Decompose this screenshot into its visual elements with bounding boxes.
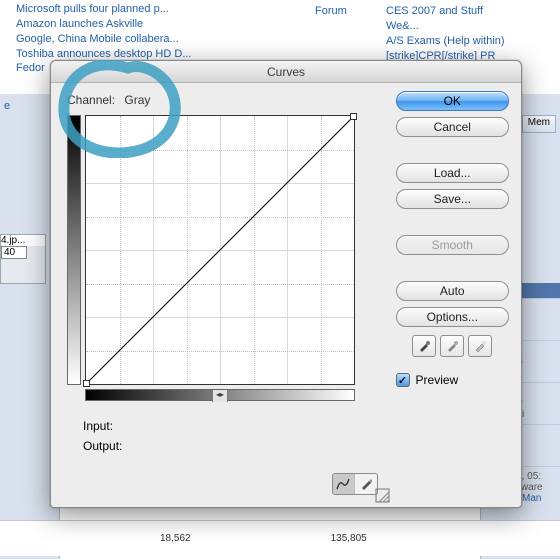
save-button[interactable]: Save... <box>396 189 509 209</box>
bg-thumbnail[interactable]: 4.jp... 40 <box>0 234 46 284</box>
preview-label: Preview <box>416 373 459 387</box>
curve-tool-icon[interactable] <box>333 474 355 494</box>
resize-grip-icon[interactable] <box>375 488 391 504</box>
curve-handle[interactable] <box>350 113 357 120</box>
curves-dialog: Curves Channel: Gray <box>50 60 522 508</box>
thumb-value[interactable]: 40 <box>1 246 27 259</box>
curve-handle[interactable] <box>83 380 90 387</box>
options-button[interactable]: Options... <box>396 307 509 327</box>
load-button[interactable]: Load... <box>396 163 509 183</box>
channel-label: Channel: <box>67 93 115 107</box>
bg-link[interactable]: Google, China Mobile collabera... <box>16 32 192 47</box>
y-gradient[interactable] <box>67 115 81 385</box>
thumb-label: 4.jp... <box>1 235 45 246</box>
gradient-midpoint-icon[interactable]: ◂▸ <box>212 390 228 402</box>
stat-cell: 135,805 <box>301 525 397 552</box>
bg-link[interactable]: CES 2007 and Stuff <box>386 4 505 19</box>
curve-tool-toggle[interactable] <box>332 473 378 495</box>
channel-value[interactable]: Gray <box>124 93 150 107</box>
pencil-tool-icon[interactable] <box>355 474 377 494</box>
black-point-eyedropper-icon[interactable] <box>412 335 436 357</box>
bg-link[interactable]: Microsoft pulls four planned p... <box>16 2 192 17</box>
smooth-button: Smooth <box>396 235 509 255</box>
x-gradient[interactable]: ◂▸ <box>85 389 355 401</box>
bg-link[interactable]: Amazon launches Askville <box>16 17 192 32</box>
stats-row: 18,562 135,805 <box>0 520 560 556</box>
bg-link[interactable]: Forum <box>315 4 347 19</box>
bg-links-col3: CES 2007 and Stuff We&... A/S Exams (Hel… <box>370 2 521 65</box>
gray-point-eyedropper-icon[interactable] <box>440 335 464 357</box>
curve-grid[interactable] <box>85 115 355 385</box>
bg-links-col2: Forum <box>299 2 363 21</box>
preview-checkbox[interactable]: ✓ <box>396 373 410 387</box>
ok-button[interactable]: OK <box>396 91 509 111</box>
bg-link[interactable]: A/S Exams (Help within) <box>386 34 505 49</box>
auto-button[interactable]: Auto <box>396 281 509 301</box>
white-point-eyedropper-icon[interactable] <box>468 335 492 357</box>
output-label: Output: <box>83 439 390 453</box>
bg-link[interactable]: We&... <box>386 19 505 34</box>
dialog-title: Curves <box>51 61 521 83</box>
cancel-button[interactable]: Cancel <box>396 117 509 137</box>
input-label: Input: <box>83 419 390 433</box>
sidebar-tab[interactable]: Mem <box>522 115 556 133</box>
stat-cell: 18,562 <box>130 525 221 552</box>
